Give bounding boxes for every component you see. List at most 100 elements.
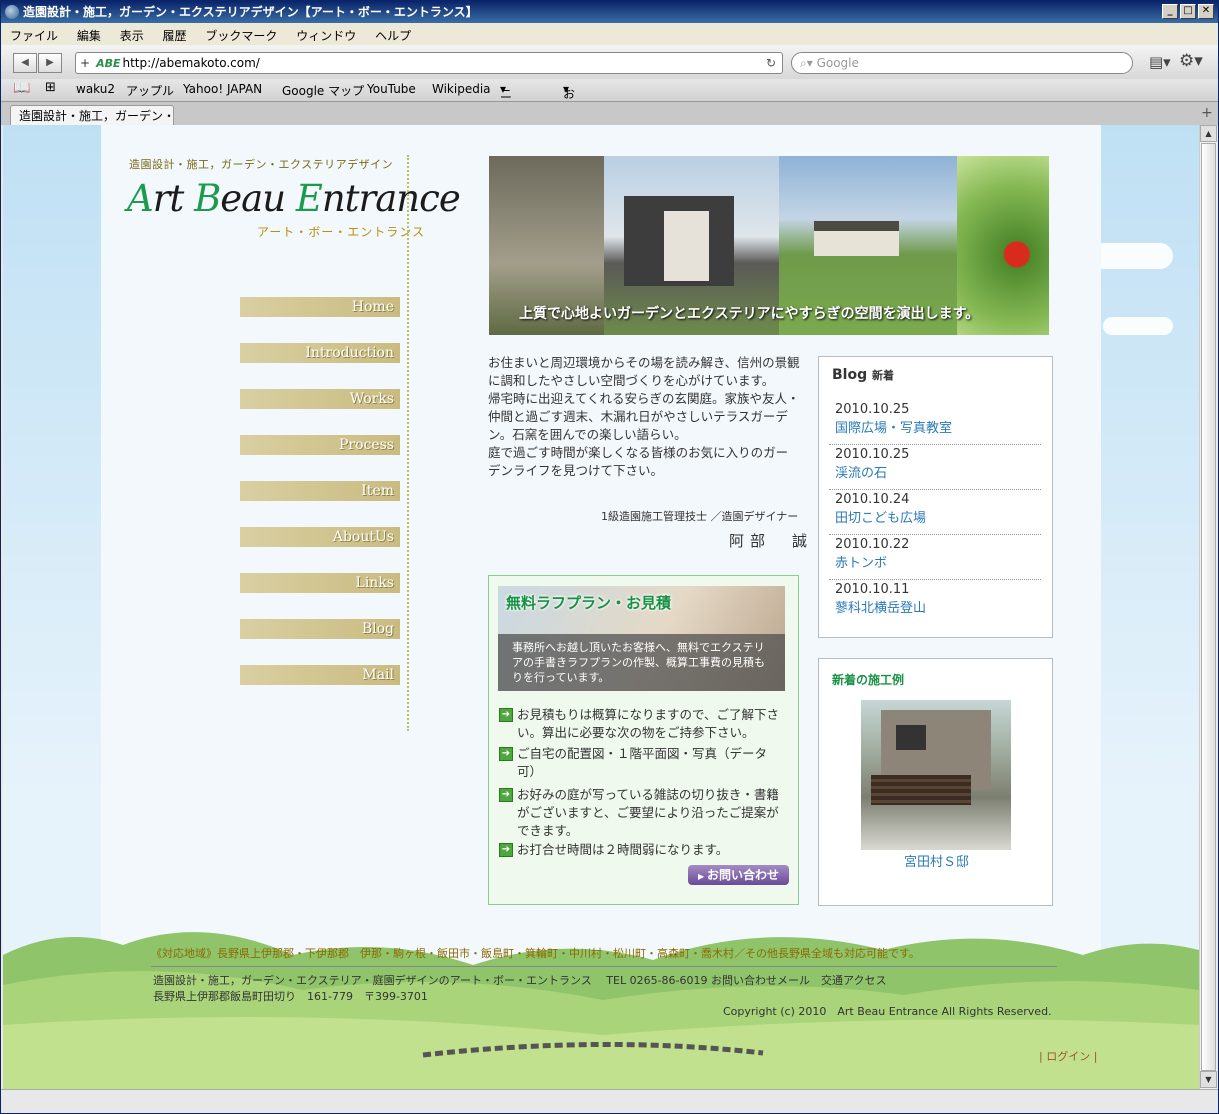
tab-bar: 造園設計・施工，ガーデン・… + [1,101,1218,126]
bookmark-youtube[interactable]: YouTube [367,82,416,96]
nav-mail[interactable]: Mail [240,665,400,685]
reload-icon[interactable]: ↻ [766,53,776,73]
minimize-button[interactable]: _ [1162,4,1178,19]
blog-entry-link[interactable]: 田切こども広場 [835,507,1041,526]
copyright: Copyright (c) 2010 Art Beau Entrance All… [723,1005,1052,1018]
works-caption[interactable]: 宮田村Ｓ邸 [819,851,1054,870]
blog-entry: 2010.10.24 田切こども広場 [829,490,1041,535]
cloud [1103,317,1173,335]
signature-title: 1級造園施工管理技士 ／造園デザイナー [601,510,799,523]
blog-entry-link[interactable]: 国際広場・写真教室 [835,417,1041,436]
estimate-box: 無料ラフプラン・お見積 事務所へお越し頂いたお客様へ、無料でエクステリアの手書き… [488,575,799,905]
works-photo[interactable] [861,700,1011,850]
nav-item[interactable]: Item [240,481,400,501]
site-subtitle: 造園設計・施工，ガーデン・エクステリアデザイン [129,158,394,171]
blog-entry: 2010.10.22 赤トンボ [829,535,1041,580]
search-input[interactable]: ⌕▾ Google [791,52,1133,74]
site-favicon: ABE [96,57,121,70]
bookmark-news[interactable]: ニュース ▾ [500,82,512,152]
bookmark-waku2[interactable]: waku2 [76,82,115,96]
nav-works[interactable]: Works [240,389,400,409]
nav-home[interactable]: Home [240,297,400,317]
estimate-item: ➔ お見積もりは概算になりますので、ご了解下さい。算出に必要な次の物をご持参下さい… [499,706,784,742]
bookmark-google-maps[interactable]: Google マップ [282,82,364,99]
new-tab-icon[interactable]: + [1201,105,1213,121]
forward-button[interactable]: ▶ [38,53,62,73]
nav-blog[interactable]: Blog [240,619,400,639]
add-bookmark-icon[interactable]: + [80,56,90,70]
url-text: http://abemakoto.com/ [122,56,260,70]
estimate-banner[interactable]: 無料ラフプラン・お見積 事務所へお越し頂いたお客様へ、無料でエクステリアの手書き… [498,586,785,691]
blog-entry-link[interactable]: 渓流の石 [835,462,1041,481]
status-bar [1,1089,1218,1113]
works-title: 新着の施工例 [832,673,905,687]
estimate-description: 事務所へお越し頂いたお客様へ、無料でエクステリアの手書きラフプランの作製、概算工… [498,634,785,691]
site-logo[interactable]: Art Beau Entrance [127,177,461,220]
vertical-scrollbar[interactable]: ▲ ▼ [1199,125,1217,1089]
footer-address: 長野県上伊那郡飯島町田切り 161-779 〒399-3701 [153,990,428,1003]
bookmark-yahoo[interactable]: Yahoo! JAPAN [183,82,262,96]
scroll-down-icon[interactable]: ▼ [1200,1071,1217,1088]
blog-entry: 2010.10.11 蓼科北横岳登山 [829,580,1041,625]
tab-active[interactable]: 造園設計・施工，ガーデン・… [10,105,174,126]
menu-history[interactable]: 履歴 [154,23,193,44]
blog-entry-link[interactable]: 赤トンボ [835,552,1041,571]
menu-view[interactable]: 表示 [111,23,150,44]
intro-text: お住まいと周辺環境からその場を読み解き、信州の景観に調和したやさしい空間づくりを… [488,354,800,480]
estimate-item: ➔ お打合せ時間は２時間弱になります。 [499,841,784,859]
intro-paragraph: 庭で過ごす時間が楽しくなる皆様のお気に入りのガーデンライフを見つけて下さい。 [488,445,789,478]
scroll-up-icon[interactable]: ▲ [1200,125,1217,142]
scroll-thumb[interactable] [1201,143,1216,1071]
menu-edit[interactable]: 編集 [68,23,107,44]
address-bar[interactable]: + ABE http://abemakoto.com/ ↻ [75,52,783,74]
close-button[interactable]: ✕ [1198,4,1214,19]
check-icon: ➔ [499,747,513,761]
search-icon: ⌕▾ [800,56,813,70]
bookmarks-bar: 📖 ⊞ waku2 アップル Yahoo! JAPAN Google マップ Y… [1,79,1218,152]
login-link[interactable]: | ログイン | [1039,1048,1097,1064]
blog-entry: 2010.10.25 国際広場・写真教室 [829,400,1041,445]
check-icon: ➔ [499,788,513,802]
service-area: 《対応地域》長野県上伊那郡・下伊那郡 伊那・駒ヶ根・飯田市・飯島町・箕輪町・中川… [151,947,920,960]
menu-file[interactable]: ファイル [1,23,64,44]
navigation-toolbar: ◀ ▶ + + ABEhttp://abemakoto.com/ ↻ ⌕▾ Goo… [1,45,1218,79]
footer-contact: 造園設計・施工，ガーデン・エクステリア・庭園デザインのアート・ボー・エントランス… [153,974,887,987]
nav-aboutus[interactable]: AboutUs [240,527,400,547]
nav-introduction[interactable]: Introduction [240,343,400,363]
intro-paragraph: お住まいと周辺環境からその場を読み解き、信州の景観に調和したやさしい空間づくりを… [488,355,800,388]
blog-entry: 2010.10.25 渓流の石 [829,445,1041,490]
arrow-icon: ▶ [698,872,707,881]
bookmark-apple[interactable]: アップル [126,82,174,99]
menu-help[interactable]: ヘルプ [366,23,417,44]
signature-name: 阿部 誠 [729,532,814,550]
window-title: 造園設計・施工，ガーデン・エクステリアデザイン【アート・ボー・エントランス】 [23,5,478,19]
back-button[interactable]: ◀ [13,53,37,73]
browser-window: 造園設計・施工，ガーデン・エクステリアデザイン【アート・ボー・エントランス】 _… [0,0,1219,1114]
hero-image: 上質で心地よいガーデンとエクステリアにやすらぎの空間を演出します。 [489,156,1049,335]
contact-button[interactable]: ▶ お問い合わせ [688,865,789,885]
browser-icon [5,5,19,19]
bookmark-wikipedia[interactable]: Wikipedia [432,82,491,96]
logo-kana: アート・ボー・エントランス [257,225,426,239]
menu-window[interactable]: ウィンドウ [287,23,362,44]
bookmark-useful[interactable]: お役立ち ▾ [563,82,575,152]
estimate-item: ➔ ご自宅の配置図・１階平面図・写真（データ可） [499,745,784,781]
menu-bar: ファイル 編集 表示 履歴 ブックマーク ウィンドウ ヘルプ [1,23,1218,45]
title-bar: 造園設計・施工，ガーデン・エクステリアデザイン【アート・ボー・エントランス】 _… [1,1,1218,23]
top-sites-icon[interactable]: ⊞ [45,80,56,95]
nav-links[interactable]: Links [240,573,400,593]
blog-title: Blog 新着 [832,367,894,383]
blog-entry-link[interactable]: 蓼科北横岳登山 [835,597,1041,616]
menu-bookmarks[interactable]: ブックマーク [196,23,283,44]
works-panel: 新着の施工例 宮田村Ｓ邸 [818,658,1053,906]
estimate-title: 無料ラフプラン・お見積 [506,594,672,612]
gear-icon[interactable]: ⚙▾ [1179,51,1203,71]
maximize-button[interactable]: □ [1180,4,1196,19]
reading-list-icon[interactable]: 📖 [13,80,30,96]
page-menu-icon[interactable]: ▤▾ [1149,53,1171,71]
page-viewport: 造園設計・施工，ガーデン・エクステリアデザイン Art Beau Entranc… [3,125,1199,1089]
estimate-item: ➔ お好みの庭が写っている雑誌の切り抜き・書籍がございますと、ご要望により沿ったご… [499,786,784,840]
blog-panel: Blog 新着 2010.10.25 国際広場・写真教室 2010.10.25 渓流… [818,356,1053,638]
check-icon: ➔ [499,708,513,722]
nav-process[interactable]: Process [240,435,400,455]
